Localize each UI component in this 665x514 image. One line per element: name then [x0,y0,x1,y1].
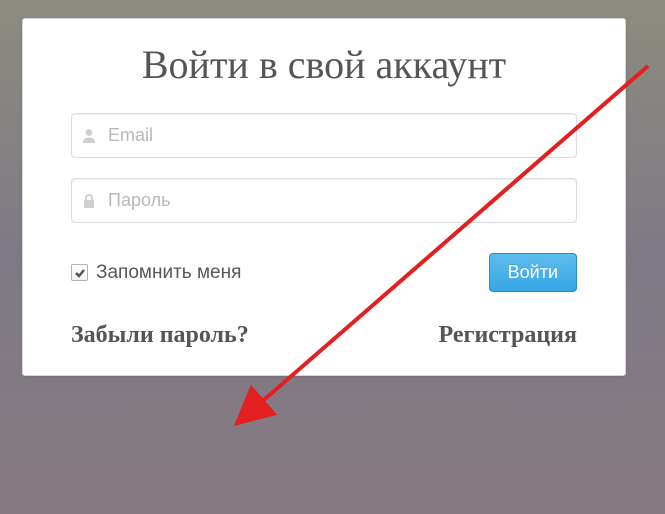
remember-row: Запомнить меня Войти [71,253,577,292]
register-link[interactable]: Регистрация [439,322,577,349]
email-field-wrap [71,113,577,158]
password-field-wrap [71,178,577,223]
page-title: Войти в свой аккаунт [71,41,577,88]
login-button[interactable]: Войти [489,253,577,292]
forgot-password-link[interactable]: Забыли пароль? [71,322,249,349]
check-icon [74,267,86,279]
remember-label: Запомнить меня [96,262,241,284]
remember-left: Запомнить меня [71,262,241,284]
password-input[interactable] [71,178,577,223]
remember-checkbox[interactable] [71,264,88,281]
bottom-row: Забыли пароль? Регистрация [71,322,577,349]
email-input[interactable] [71,113,577,158]
login-card: Войти в свой аккаунт Запомнить меня Войт… [22,18,626,376]
